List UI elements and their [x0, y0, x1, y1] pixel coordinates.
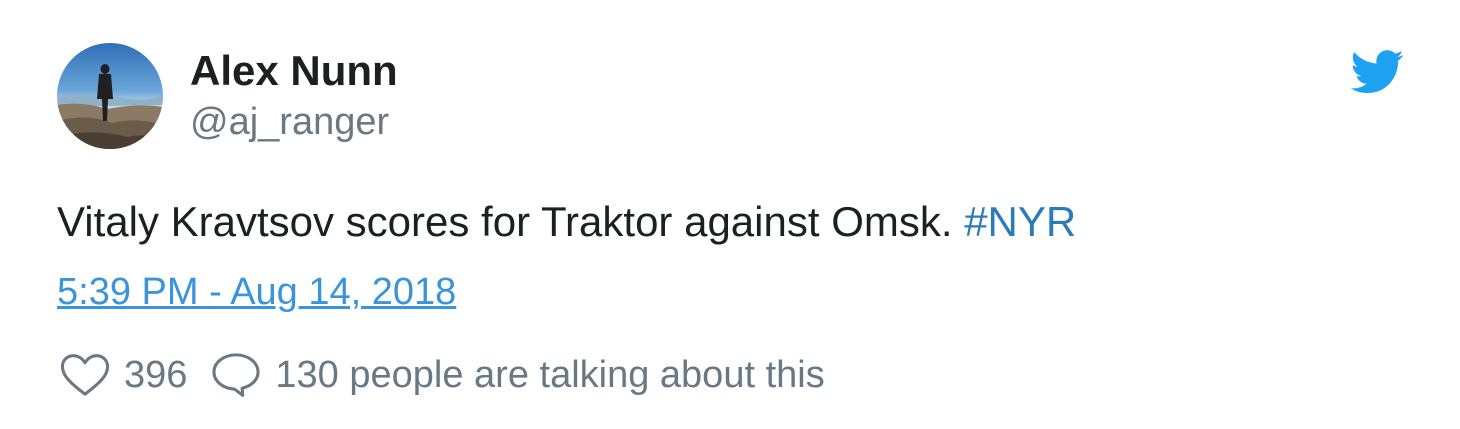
- twitter-bird-icon[interactable]: [1350, 50, 1404, 94]
- heart-icon: [60, 354, 110, 396]
- embedded-tweet: Alex Nunn @aj_ranger Vitaly Kravtsov sco…: [0, 0, 1460, 429]
- conversation-link[interactable]: 130 people are talking about this: [211, 352, 825, 398]
- speech-bubble-icon: [212, 353, 260, 397]
- tweet-timestamp[interactable]: 5:39 PM - Aug 14, 2018: [57, 268, 456, 316]
- like-count: 396: [124, 353, 188, 396]
- twitter-bird-glyph: [1350, 50, 1404, 94]
- like-button[interactable]: 396: [60, 353, 211, 397]
- avatar[interactable]: [57, 43, 163, 149]
- hashtag-link[interactable]: #NYR: [964, 198, 1076, 245]
- tweet-text: Vitaly Kravtsov scores for Traktor again…: [57, 196, 1076, 248]
- talking-about-text: 130 people are talking about this: [275, 353, 825, 396]
- avatar-photo: [57, 43, 163, 149]
- author-handle[interactable]: @aj_ranger: [190, 98, 389, 146]
- author-name[interactable]: Alex Nunn: [190, 44, 398, 98]
- tweet-actions: 396 130 people are talking about this: [60, 350, 825, 400]
- tweet-body: Vitaly Kravtsov scores for Traktor again…: [57, 198, 965, 245]
